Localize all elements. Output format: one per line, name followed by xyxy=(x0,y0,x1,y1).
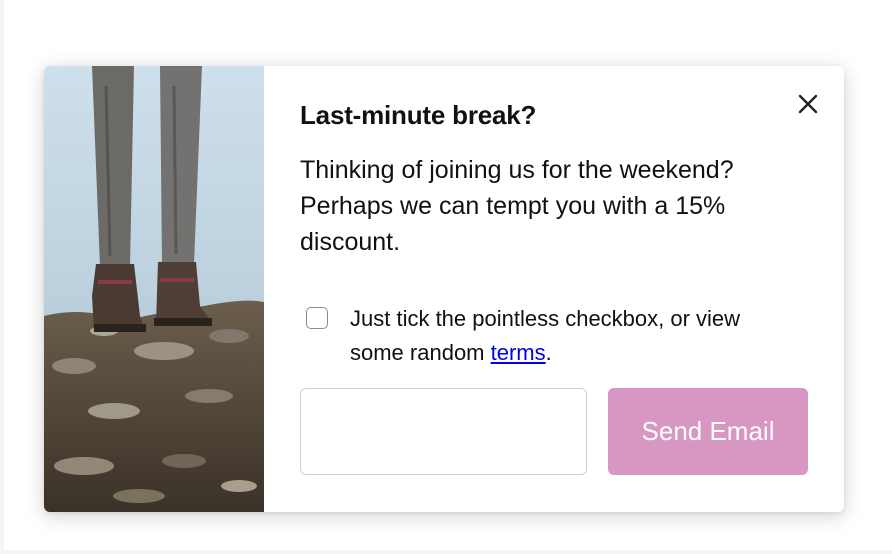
hiker-boots-photo xyxy=(44,66,264,512)
send-email-button[interactable]: Send Email xyxy=(608,388,808,475)
popup-description: Thinking of joining us for the weekend? … xyxy=(300,156,734,256)
close-button[interactable] xyxy=(792,88,824,120)
close-icon xyxy=(798,94,818,114)
consent-checkbox[interactable] xyxy=(306,307,328,329)
consent-text: Just tick the pointless checkbox, or vie… xyxy=(350,302,790,370)
email-input[interactable] xyxy=(300,388,587,475)
consent-text-after: . xyxy=(545,340,552,365)
popup-title: Last-minute break? xyxy=(300,100,537,130)
terms-link[interactable]: terms xyxy=(491,340,546,365)
discount-popup: Last-minute break? Thinking of joining u… xyxy=(44,66,844,512)
